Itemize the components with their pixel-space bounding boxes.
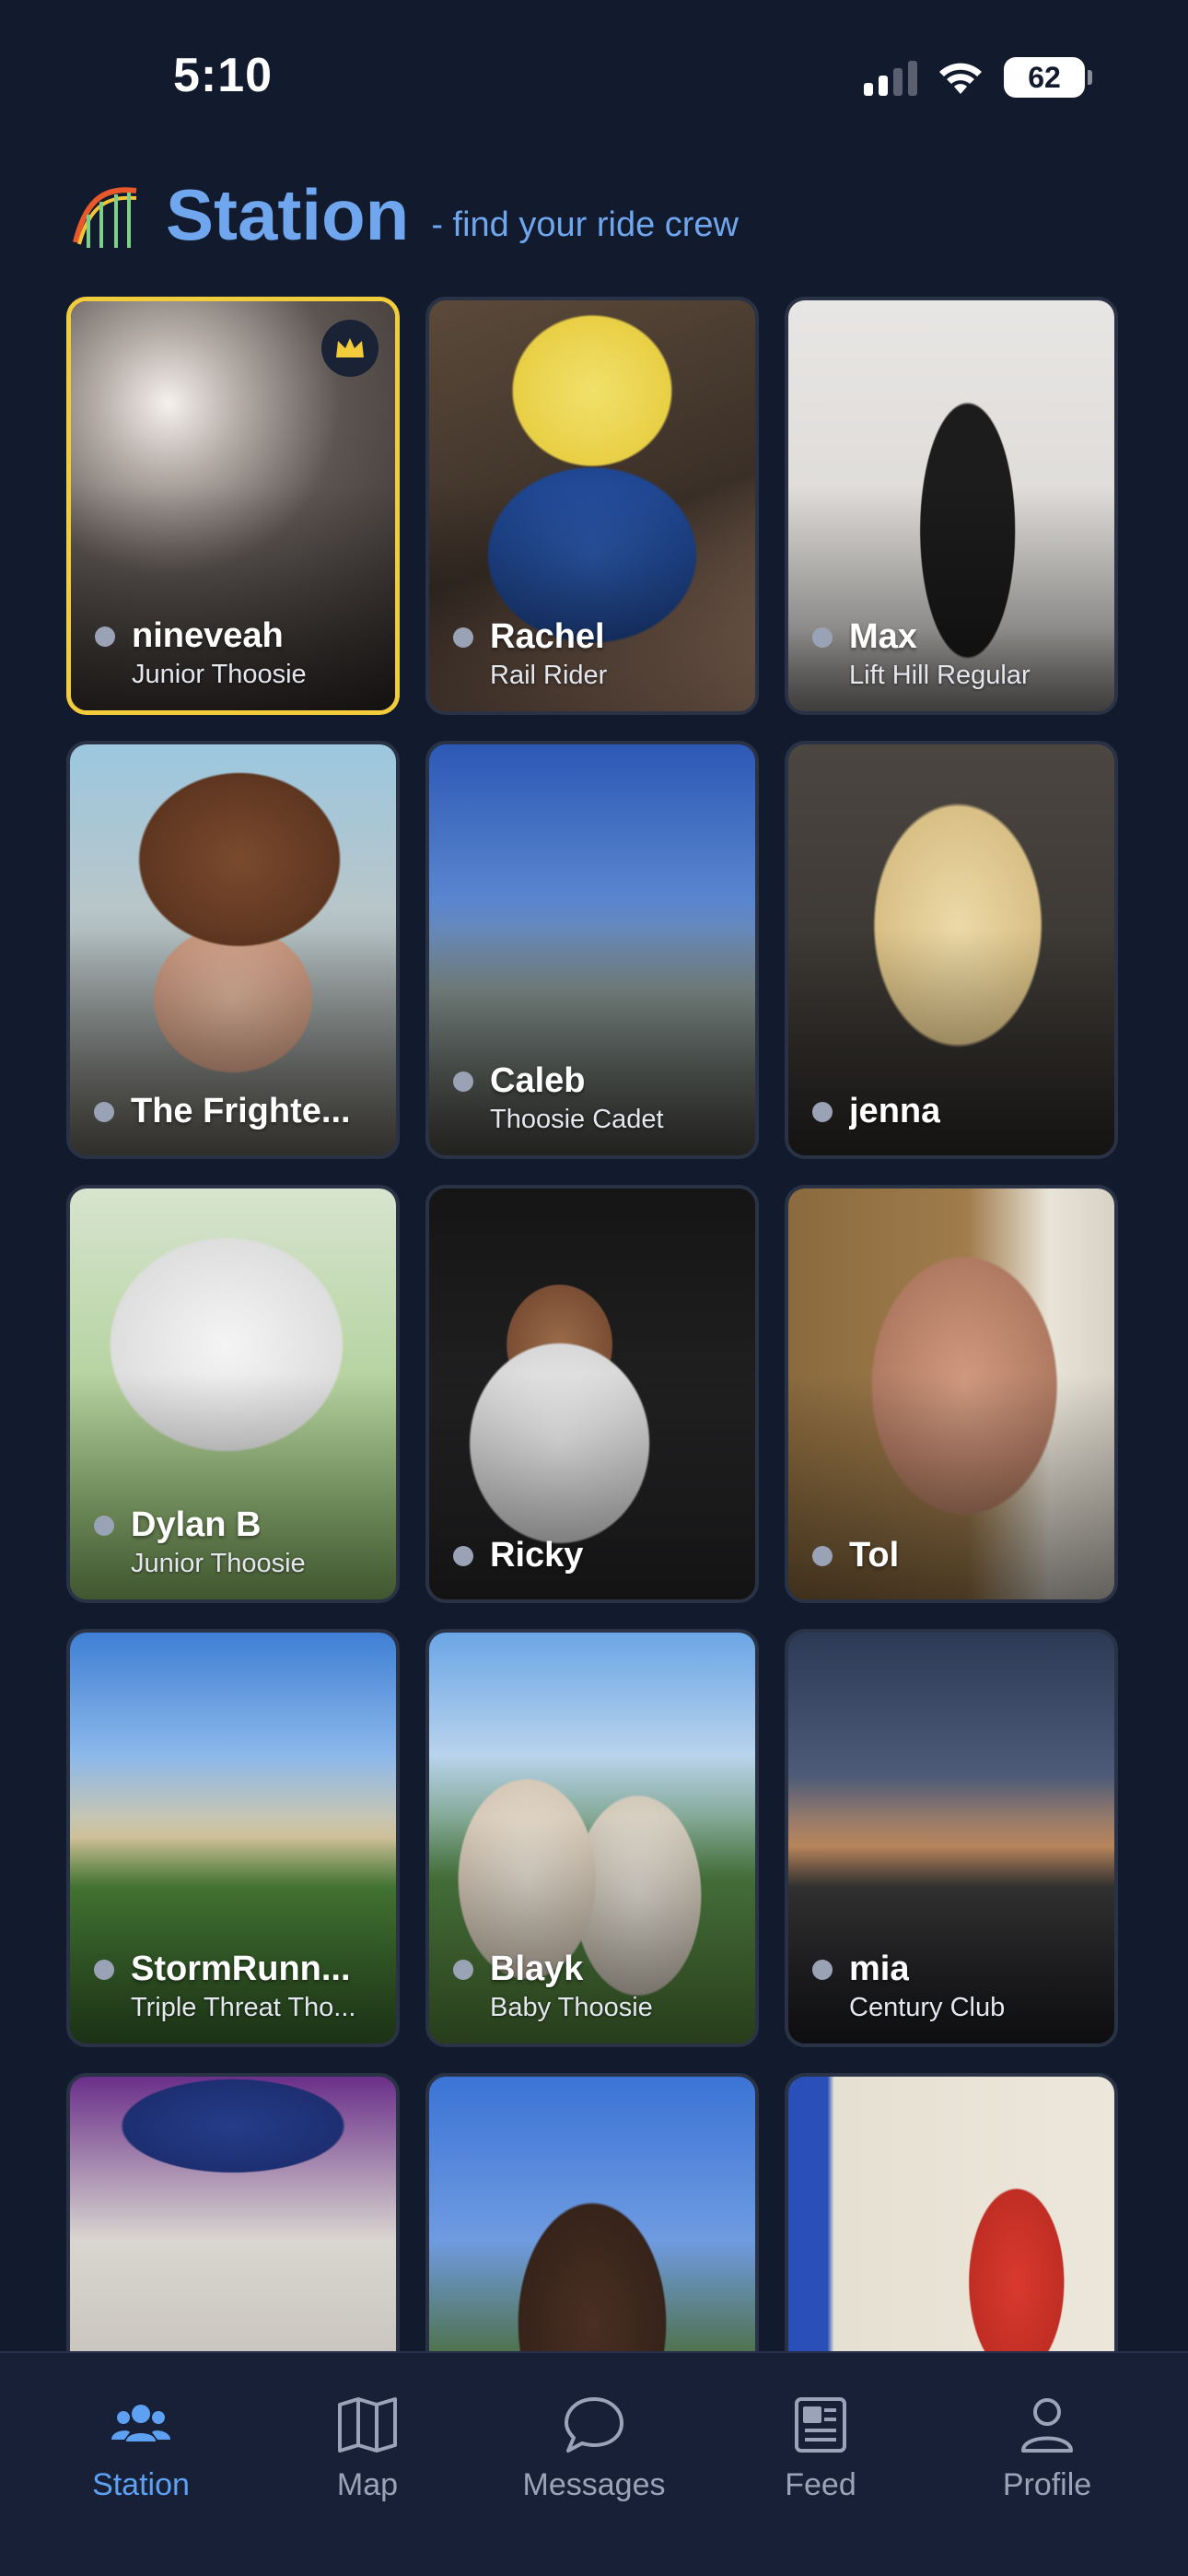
member-card[interactable]: Max Lift Hill Regular [785, 297, 1118, 715]
offline-status-dot [94, 1101, 114, 1122]
tab-label: Map [336, 2467, 399, 2502]
offline-status-dot [453, 626, 473, 648]
member-card[interactable]: nineveah Junior Thoosie [66, 297, 400, 715]
member-name: jenna [849, 1092, 941, 1130]
offline-status-dot [812, 1545, 833, 1566]
bottom-tab-bar: Station Map Messages Feed Profile [0, 2351, 1188, 2576]
member-card[interactable] [425, 2073, 759, 2351]
member-info: The Frighte... [94, 1092, 379, 1135]
battery-icon: 62 [1004, 57, 1092, 98]
member-name: Blayk [490, 1950, 584, 1988]
status-time: 5:10 [173, 49, 274, 102]
newspaper-icon [795, 2397, 846, 2453]
offline-status-dot [812, 626, 833, 648]
member-info: Rachel Rail Rider [453, 617, 739, 691]
member-photo [429, 2077, 755, 2351]
member-info: nineveah Junior Thoosie [95, 616, 379, 690]
member-card[interactable]: Blayk Baby Thoosie [425, 1629, 759, 2047]
tab-map[interactable]: Map [271, 2392, 464, 2576]
member-name: Max [849, 617, 917, 656]
member-name: Caleb [490, 1061, 586, 1100]
member-info: Caleb Thoosie Cadet [453, 1061, 739, 1135]
offline-status-dot [94, 1515, 114, 1536]
member-card[interactable]: Tol [785, 1185, 1118, 1603]
member-name: The Frighte... [131, 1092, 351, 1130]
member-card[interactable]: jenna [785, 741, 1118, 1159]
offline-status-dot [95, 626, 115, 647]
tab-profile[interactable]: Profile [950, 2392, 1144, 2576]
member-name: nineveah [132, 616, 284, 655]
tab-messages[interactable]: Messages [497, 2392, 691, 2576]
member-photo [70, 2077, 396, 2351]
tab-label: Station [92, 2467, 190, 2502]
member-info: Tol [812, 1536, 1098, 1579]
member-name: Tol [849, 1536, 900, 1575]
member-name: Dylan B [131, 1505, 262, 1544]
offline-status-dot [94, 1959, 114, 1980]
member-rank: Junior Thoosie [131, 1549, 306, 1578]
member-info: Dylan B Junior Thoosie [94, 1505, 379, 1579]
tab-label: Feed [785, 2467, 856, 2502]
member-info: StormRunn... Triple Threat Tho... [94, 1950, 379, 2023]
offline-status-dot [812, 1101, 833, 1122]
offline-status-dot [812, 1959, 833, 1980]
chat-bubble-icon [565, 2397, 623, 2453]
member-rank: Junior Thoosie [132, 660, 307, 689]
member-name: mia [849, 1950, 910, 1988]
member-name: Rachel [490, 617, 605, 656]
member-photo [788, 2077, 1114, 2351]
member-rank: Century Club [849, 1993, 1006, 2022]
member-rank: Lift Hill Regular [849, 661, 1031, 690]
crown-icon [321, 320, 379, 377]
status-icons: 62 [864, 57, 1092, 98]
tab-station[interactable]: Station [44, 2392, 238, 2576]
wifi-icon [939, 63, 982, 94]
map-icon [338, 2397, 397, 2453]
users-icon [111, 2405, 170, 2441]
member-card[interactable] [66, 2073, 400, 2351]
member-card[interactable]: Rachel Rail Rider [425, 297, 759, 715]
member-rank: Rail Rider [490, 661, 608, 690]
member-card[interactable]: Caleb Thoosie Cadet [425, 741, 759, 1159]
member-card[interactable]: mia Century Club [785, 1629, 1118, 2047]
roller-coaster-logo-icon [73, 187, 137, 248]
status-bar: 5:10 62 [0, 0, 1188, 157]
member-info: Max Lift Hill Regular [812, 617, 1098, 691]
member-rank: Baby Thoosie [490, 1993, 653, 2022]
member-info: Blayk Baby Thoosie [453, 1950, 739, 2023]
member-info: mia Century Club [812, 1950, 1098, 2023]
member-rank: Triple Threat Tho... [131, 1993, 356, 2022]
member-name: Ricky [490, 1536, 584, 1575]
cellular-signal-icon [864, 59, 917, 96]
offline-status-dot [453, 1545, 473, 1566]
member-card[interactable]: Dylan B Junior Thoosie [66, 1185, 400, 1603]
member-card[interactable]: Ricky [425, 1185, 759, 1603]
member-rank: Thoosie Cadet [490, 1105, 664, 1134]
page-title: Station [166, 173, 410, 255]
page-header: Station - find your ride crew [70, 173, 739, 256]
member-info: Ricky [453, 1536, 739, 1579]
member-info: jenna [812, 1092, 1098, 1135]
page-tagline: - find your ride crew [431, 205, 739, 244]
member-card[interactable]: StormRunn... Triple Threat Tho... [66, 1629, 400, 2047]
tab-label: Messages [522, 2467, 666, 2502]
person-icon [1021, 2398, 1073, 2453]
tab-feed[interactable]: Feed [724, 2392, 917, 2576]
member-card[interactable] [785, 2073, 1118, 2351]
tab-label: Profile [1002, 2467, 1092, 2502]
offline-status-dot [453, 1071, 473, 1092]
member-grid: nineveah Junior Thoosie Rachel Rail Ride… [66, 297, 1122, 2351]
offline-status-dot [453, 1959, 473, 1980]
member-name: StormRunn... [131, 1950, 351, 1988]
member-card[interactable]: The Frighte... [66, 741, 400, 1159]
